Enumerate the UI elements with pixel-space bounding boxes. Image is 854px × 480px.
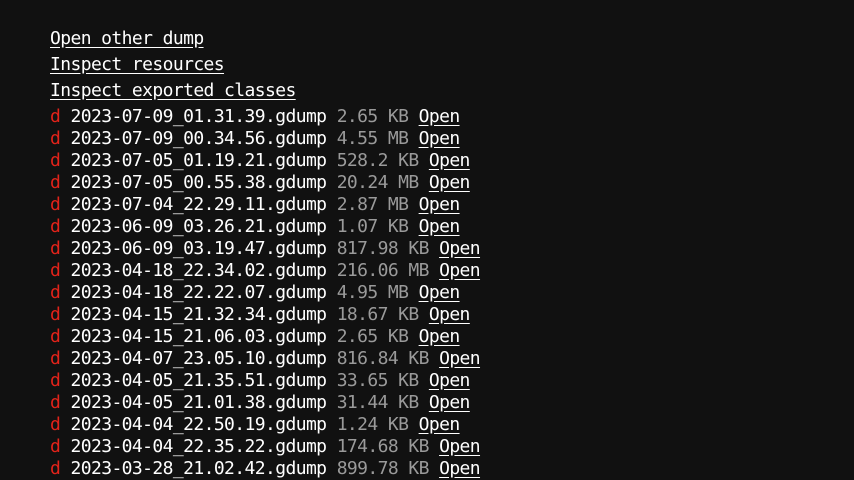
file-type-marker: d [50, 194, 61, 215]
file-type-marker: d [50, 106, 61, 127]
dump-file-name: 2023-07-04_22.29.11.gdump [70, 194, 328, 215]
file-type-marker: d [50, 348, 61, 369]
open-dump-link[interactable]: Open [439, 238, 481, 259]
open-other-dump-link[interactable]: Open other dump [50, 28, 296, 54]
dump-file-row: d 2023-07-09_01.31.39.gdump 2.65 KB Open [50, 106, 480, 128]
dump-file-name: 2023-07-05_01.19.21.gdump [70, 150, 328, 171]
dump-file-size: 18.67 KB [336, 304, 420, 325]
open-dump-link[interactable]: Open [419, 194, 461, 215]
dump-file-row: d 2023-03-28_21.02.42.gdump 899.78 KB Op… [50, 458, 481, 480]
dump-file-name: 2023-04-15_21.32.34.gdump [70, 304, 328, 325]
dump-file-name: 2023-07-09_00.34.56.gdump [70, 128, 328, 149]
dump-file-row: d 2023-04-07_23.05.10.gdump 816.84 KB Op… [50, 348, 481, 370]
dump-file-size: 174.68 KB [336, 436, 430, 457]
dump-file-size: 528.2 KB [336, 150, 420, 171]
open-dump-link[interactable]: Open [439, 458, 481, 479]
dump-file-name: 2023-04-05_21.35.51.gdump [70, 370, 328, 391]
file-type-marker: d [50, 436, 61, 457]
dump-file-name: 2023-03-28_21.02.42.gdump [70, 458, 328, 479]
file-type-marker: d [50, 304, 61, 325]
file-type-marker: d [50, 282, 61, 303]
dump-file-size: 4.55 MB [336, 128, 409, 149]
dump-file-row: d 2023-04-05_21.01.38.gdump 31.44 KB Ope… [50, 392, 480, 414]
dump-file-row: d 2023-04-15_21.32.34.gdump 18.67 KB Ope… [50, 304, 480, 326]
dump-file-row: d 2023-04-05_21.35.51.gdump 33.65 KB Ope… [50, 370, 480, 392]
open-dump-link[interactable]: Open [419, 282, 461, 303]
dump-file-name: 2023-04-15_21.06.03.gdump [70, 326, 328, 347]
dump-file-name: 2023-04-18_22.22.07.gdump [70, 282, 328, 303]
dump-file-row: d 2023-06-09_03.19.47.gdump 817.98 KB Op… [50, 238, 481, 260]
dump-file-row: d 2023-07-05_01.19.21.gdump 528.2 KB Ope… [50, 150, 480, 172]
file-type-marker: d [50, 458, 61, 479]
dump-file-row: d 2023-07-05_00.55.38.gdump 20.24 MB Ope… [50, 172, 480, 194]
dump-file-list: d 2023-07-09_01.31.39.gdump 2.65 KB Open… [50, 106, 481, 480]
dump-file-size: 4.95 MB [336, 282, 409, 303]
file-type-marker: d [50, 150, 61, 171]
file-type-marker: d [50, 326, 61, 347]
file-type-marker: d [50, 260, 61, 281]
open-dump-link[interactable]: Open [439, 436, 481, 457]
dump-file-row: d 2023-04-18_22.22.07.gdump 4.95 MB Open [50, 282, 480, 304]
open-dump-link[interactable]: Open [429, 172, 471, 193]
dump-file-name: 2023-07-05_00.55.38.gdump [70, 172, 328, 193]
open-dump-link[interactable]: Open [429, 150, 471, 171]
dump-file-row: d 2023-06-09_03.26.21.gdump 1.07 KB Open [50, 216, 480, 238]
dump-file-row: d 2023-07-04_22.29.11.gdump 2.87 MB Open [50, 194, 480, 216]
dump-file-name: 2023-04-05_21.01.38.gdump [70, 392, 328, 413]
dump-file-size: 817.98 KB [336, 238, 430, 259]
dump-file-size: 1.07 KB [336, 216, 409, 237]
open-dump-link[interactable]: Open [419, 414, 461, 435]
dump-file-name: 2023-04-04_22.35.22.gdump [70, 436, 328, 457]
dump-file-size: 216.06 MB [336, 260, 430, 281]
file-type-marker: d [50, 238, 61, 259]
dump-browser-screen: Open other dump Inspect resources Inspec… [0, 0, 854, 480]
dump-file-size: 33.65 KB [336, 370, 420, 391]
dump-file-name: 2023-04-07_23.05.10.gdump [70, 348, 328, 369]
file-type-marker: d [50, 216, 61, 237]
dump-file-row: d 2023-04-04_22.50.19.gdump 1.24 KB Open [50, 414, 480, 436]
dump-file-row: d 2023-07-09_00.34.56.gdump 4.55 MB Open [50, 128, 480, 150]
file-type-marker: d [50, 172, 61, 193]
open-dump-link[interactable]: Open [429, 304, 471, 325]
dump-file-name: 2023-04-04_22.50.19.gdump [70, 414, 328, 435]
open-dump-link[interactable]: Open [429, 392, 471, 413]
dump-file-name: 2023-06-09_03.26.21.gdump [70, 216, 328, 237]
open-dump-link[interactable]: Open [419, 106, 461, 127]
inspect-resources-link[interactable]: Inspect resources [50, 54, 296, 80]
open-dump-link[interactable]: Open [419, 326, 461, 347]
dump-file-size: 1.24 KB [336, 414, 409, 435]
dump-file-size: 2.65 KB [336, 326, 409, 347]
dump-file-row: d 2023-04-04_22.35.22.gdump 174.68 KB Op… [50, 436, 481, 458]
dump-file-name: 2023-06-09_03.19.47.gdump [70, 238, 328, 259]
dump-file-size: 899.78 KB [336, 458, 430, 479]
open-dump-link[interactable]: Open [439, 348, 481, 369]
file-type-marker: d [50, 370, 61, 391]
file-type-marker: d [50, 128, 61, 149]
open-dump-link[interactable]: Open [429, 370, 471, 391]
dump-file-name: 2023-07-09_01.31.39.gdump [70, 106, 328, 127]
open-dump-link[interactable]: Open [419, 216, 461, 237]
dump-file-row: d 2023-04-18_22.34.02.gdump 216.06 MB Op… [50, 260, 481, 282]
inspect-exported-classes-link[interactable]: Inspect exported classes [50, 80, 296, 106]
dump-file-size: 20.24 MB [336, 172, 420, 193]
action-links: Open other dump Inspect resources Inspec… [50, 28, 296, 106]
dump-file-size: 816.84 KB [336, 348, 430, 369]
dump-file-size: 2.65 KB [336, 106, 409, 127]
dump-file-size: 2.87 MB [336, 194, 409, 215]
open-dump-link[interactable]: Open [439, 260, 481, 281]
file-type-marker: d [50, 392, 61, 413]
open-dump-link[interactable]: Open [419, 128, 461, 149]
dump-file-size: 31.44 KB [336, 392, 420, 413]
dump-file-row: d 2023-04-15_21.06.03.gdump 2.65 KB Open [50, 326, 480, 348]
file-type-marker: d [50, 414, 61, 435]
dump-file-name: 2023-04-18_22.34.02.gdump [70, 260, 328, 281]
